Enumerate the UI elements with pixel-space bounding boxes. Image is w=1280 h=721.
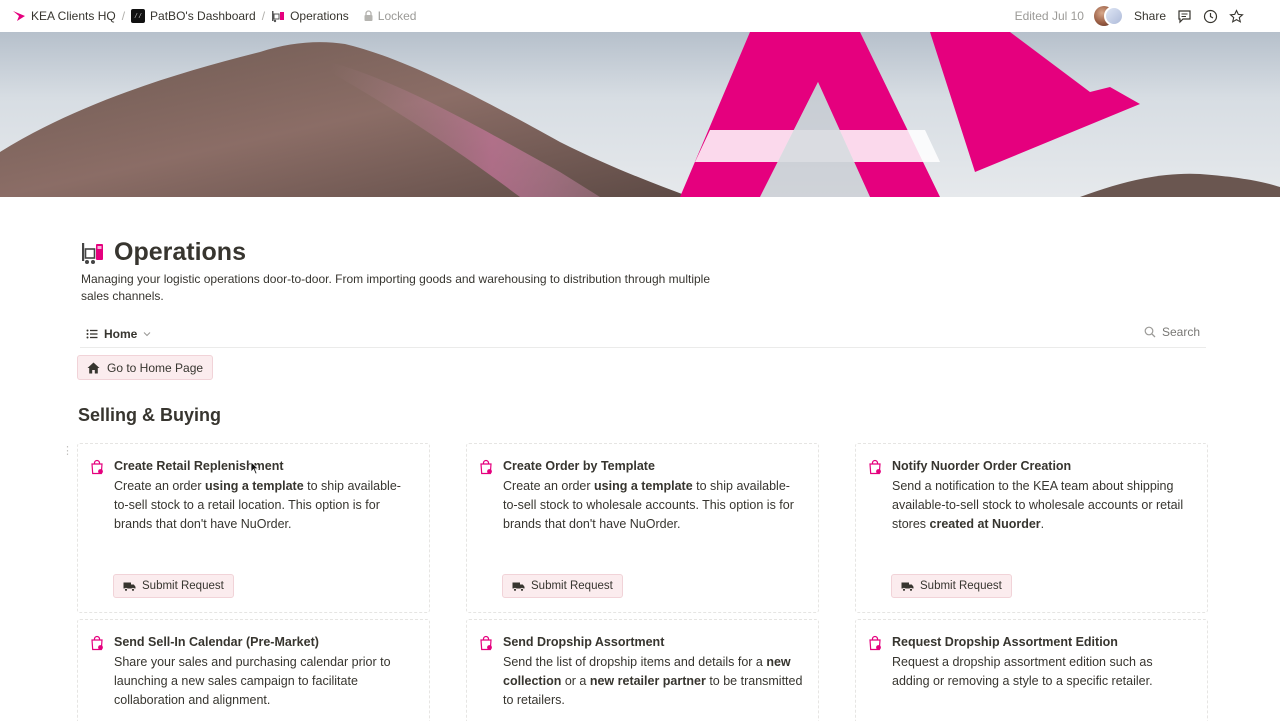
shopping-bag-icon [89, 635, 105, 651]
edited-timestamp: Edited Jul 10 [1014, 9, 1084, 23]
request-card[interactable]: Send Sell-In Calendar (Pre-Market) Share … [77, 619, 430, 721]
submit-request-label: Submit Request [142, 580, 224, 592]
card-description-text: Share your sales and purchasing calendar… [114, 655, 391, 707]
card-description-text: Request a dropship assortment edition su… [892, 655, 1153, 688]
chevron-down-icon [143, 331, 151, 336]
breadcrumb-dashboard[interactable]: ⁄⁄ PatBO's Dashboard [131, 9, 256, 23]
card-description-text: . [1040, 517, 1045, 531]
card-description-text: Send the list of dropship items and deta… [503, 655, 767, 669]
section-heading: Selling & Buying [78, 405, 222, 425]
mouse-cursor-icon [250, 461, 260, 475]
card-description-emphasis: new retailer partner [589, 674, 706, 688]
card-title[interactable]: Request Dropship Assortment Edition [892, 635, 1118, 649]
submit-request-label: Submit Request [531, 580, 613, 592]
search-icon [1144, 326, 1156, 338]
locked-indicator[interactable]: Locked [363, 9, 417, 23]
request-card[interactable]: Request Dropship Assortment Edition Reque… [855, 619, 1208, 721]
lock-icon [364, 10, 373, 21]
comments-icon[interactable] [1176, 8, 1192, 24]
card-description: Create an order using a template to ship… [114, 477, 414, 534]
request-card[interactable]: Send Dropship Assortment Send the list of… [466, 619, 819, 721]
submit-request-label: Submit Request [920, 580, 1002, 592]
cover-illustration [0, 32, 1280, 197]
page-title: Operations [114, 238, 246, 266]
shopping-bag-icon [89, 459, 105, 475]
card-description: Send the list of dropship items and deta… [503, 653, 803, 710]
history-clock-icon[interactable] [1202, 8, 1218, 24]
home-icon [87, 362, 100, 373]
submit-request-button[interactable]: Submit Request [891, 574, 1012, 598]
shopping-bag-icon [478, 635, 494, 651]
card-title[interactable]: Notify Nuorder Order Creation [892, 459, 1071, 473]
card-description-emphasis: using a template [594, 479, 693, 493]
truck-icon [123, 581, 136, 592]
top-bar: KEA Clients HQ / ⁄⁄ PatBO's Dashboard / … [0, 0, 1280, 32]
request-card[interactable]: Notify Nuorder Order Creation Send a noti… [855, 443, 1208, 613]
dashboard-icon: ⁄⁄ [131, 9, 146, 23]
search-label: Search [1161, 325, 1200, 339]
card-title[interactable]: Send Dropship Assortment [503, 635, 664, 649]
submit-request-button[interactable]: Submit Request [113, 574, 234, 598]
breadcrumb-label: Operations [290, 9, 349, 23]
topbar-actions: Edited Jul 10 Share [1015, 0, 1244, 32]
breadcrumb-workspace[interactable]: KEA Clients HQ [12, 9, 116, 23]
collaborator-avatars[interactable] [1093, 6, 1124, 26]
card-title[interactable]: Create Order by Template [503, 459, 655, 473]
view-bar: Home Search [80, 320, 1206, 348]
view-tab-home[interactable]: Home [86, 327, 151, 341]
breadcrumb-separator: / [121, 9, 126, 23]
card-description: Share your sales and purchasing calendar… [114, 653, 414, 710]
card-description-emphasis: created at Nuorder [929, 517, 1041, 531]
card-description: Request a dropship assortment edition su… [892, 653, 1192, 691]
card-description-text: or a [561, 674, 590, 688]
shopping-bag-icon [478, 459, 494, 475]
view-tab-label: Home [104, 326, 138, 341]
card-description-text: Create an order [114, 479, 206, 493]
share-button[interactable]: Share [1134, 9, 1166, 23]
shopping-bag-icon [867, 459, 883, 475]
card-title[interactable]: Send Sell-In Calendar (Pre-Market) [114, 635, 319, 649]
breadcrumb-operations[interactable]: Operations [271, 9, 349, 23]
list-icon [86, 329, 98, 338]
cover-image [0, 32, 1280, 197]
locked-label: Locked [377, 9, 417, 23]
truck-icon [901, 581, 914, 592]
avatar [1103, 6, 1124, 26]
page-description: Managing your logistic operations door-t… [81, 272, 711, 303]
card-description: Send a notification to the KEA team abou… [892, 477, 1192, 534]
card-description-emphasis: using a template [205, 479, 304, 493]
request-card[interactable]: Create Order by Template Create an order … [466, 443, 819, 613]
shopping-bag-icon [867, 635, 883, 651]
breadcrumb-separator: / [261, 9, 266, 23]
forklift-icon [272, 11, 285, 23]
forklift-icon [82, 243, 103, 264]
breadcrumb-label: KEA Clients HQ [31, 9, 116, 23]
submit-request-button[interactable]: Submit Request [502, 574, 623, 598]
card-description-text: Create an order [503, 479, 595, 493]
truck-icon [512, 581, 525, 592]
favorite-star-icon[interactable] [1228, 8, 1244, 24]
breadcrumb-label: PatBO's Dashboard [150, 9, 256, 23]
kea-logo-icon [13, 11, 25, 21]
go-to-home-button[interactable]: Go to Home Page [77, 355, 214, 380]
card-description: Create an order using a template to ship… [503, 477, 803, 534]
search-button[interactable]: Search [1144, 325, 1200, 339]
home-button-label: Go to Home Page [107, 360, 204, 375]
